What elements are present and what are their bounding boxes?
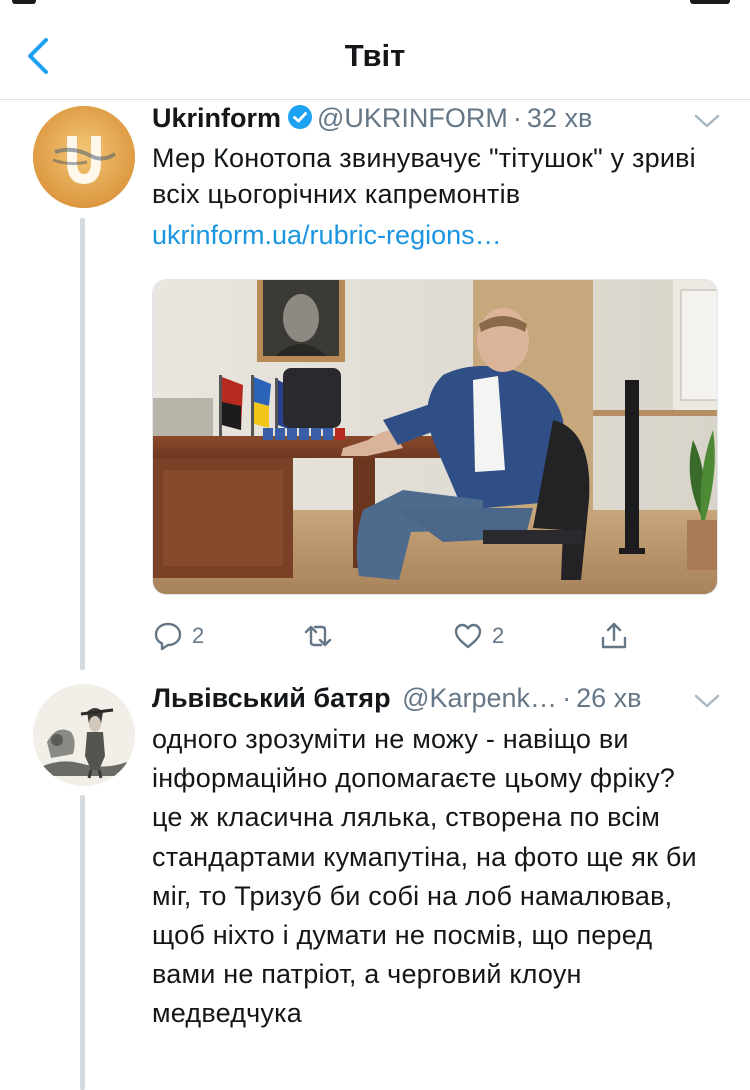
tweet-menu-button[interactable] xyxy=(694,692,720,710)
author-handle[interactable]: @Karpenk… xyxy=(402,683,557,713)
batyar-avatar-icon xyxy=(33,684,135,786)
share-button[interactable] xyxy=(598,618,630,654)
share-icon xyxy=(601,622,627,649)
author-name[interactable]: Львівський батяр xyxy=(152,683,391,713)
photo-image xyxy=(153,280,717,594)
tweet-text: Мер Конотопа звинувачує "тітушок" у зрив… xyxy=(152,143,696,209)
navigation-bar: Твіт xyxy=(0,8,750,100)
comment-icon xyxy=(154,622,182,651)
chevron-down-icon xyxy=(694,694,720,708)
signal-icon xyxy=(12,0,36,4)
tweet-link[interactable]: ukrinform.ua/rubric-regions… xyxy=(152,218,502,253)
tweet-actions: 2 2 xyxy=(152,618,712,654)
retweet-icon xyxy=(304,625,332,647)
avatar[interactable] xyxy=(33,106,135,208)
page-title: Твіт xyxy=(344,38,406,73)
separator: · xyxy=(562,683,572,713)
author-handle[interactable]: @UKRINFORM xyxy=(317,103,508,133)
verified-badge-icon xyxy=(288,105,313,129)
reply-button[interactable]: 2 xyxy=(152,618,204,654)
avatar[interactable] xyxy=(33,684,135,786)
like-button[interactable]: 2 xyxy=(452,618,504,654)
thread-line xyxy=(80,218,85,670)
thread-line xyxy=(80,795,85,1090)
reply-count: 2 xyxy=(192,623,205,648)
like-count: 2 xyxy=(492,623,505,648)
chevron-down-icon xyxy=(694,114,720,128)
tweet-header: Ukrinform @UKRINFORM · 32 хв xyxy=(152,100,592,136)
author-name[interactable]: Ukrinform xyxy=(152,103,281,133)
tweet-menu-button[interactable] xyxy=(694,112,720,130)
reply-actions xyxy=(152,1080,712,1090)
battery-icon xyxy=(690,0,730,4)
timestamp[interactable]: 26 хв xyxy=(576,683,641,713)
reply-text: одного зрозуміти не можу - навіщо ви інф… xyxy=(152,724,697,1029)
ukrinform-logo-icon xyxy=(33,106,135,208)
separator: · xyxy=(512,103,522,133)
retweet-button[interactable] xyxy=(302,618,334,654)
tweet-photo[interactable] xyxy=(152,279,718,595)
status-bar xyxy=(0,0,750,8)
timestamp[interactable]: 32 хв xyxy=(527,103,592,133)
tweet-header: Львівський батяр @Karpenk… · 26 хв xyxy=(152,680,641,716)
heart-icon xyxy=(454,623,482,649)
